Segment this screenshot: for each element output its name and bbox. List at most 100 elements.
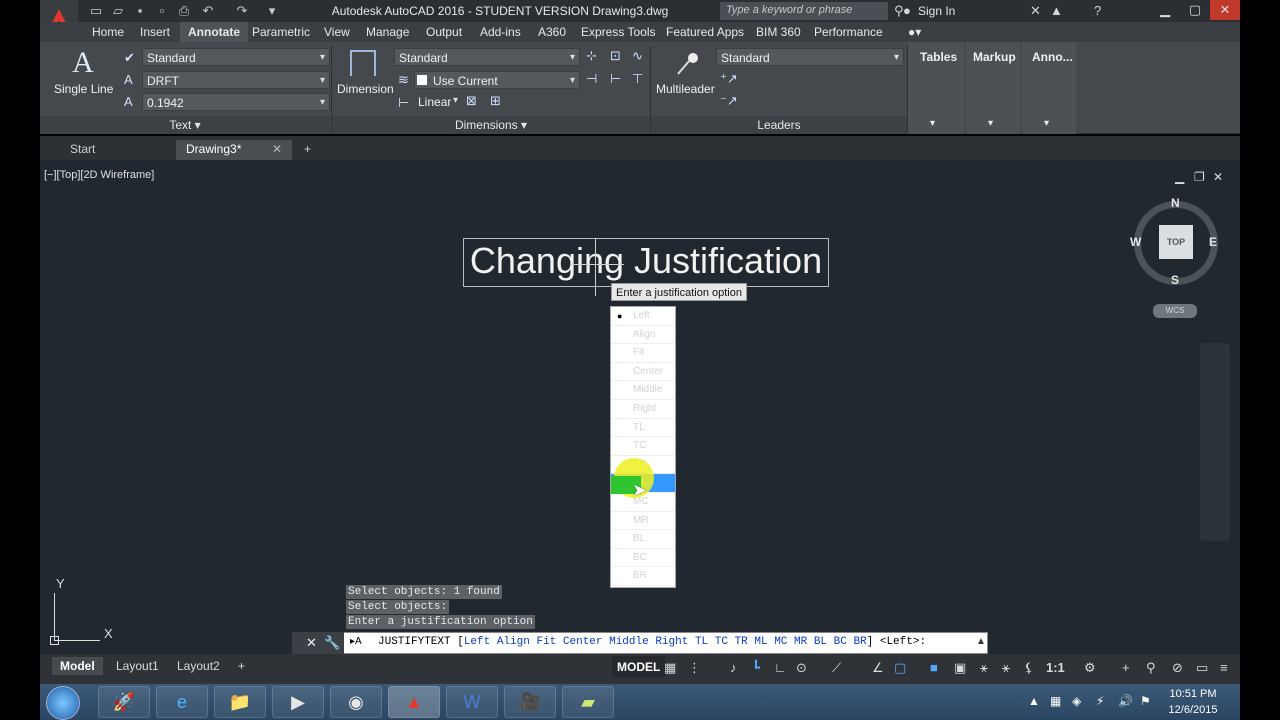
justify-option-bc[interactable]: BC [611,549,675,568]
cmd-option-bc[interactable]: BC [834,636,847,648]
compass-west[interactable]: W [1130,235,1141,249]
taskbar-clock-time[interactable]: 10:51 PM [1166,688,1220,700]
transparency-icon[interactable]: ▣ [954,660,966,676]
quick-dimension-icon[interactable]: ⊠ [466,93,477,109]
add-leader-icon[interactable]: ⁺↗ [720,71,738,87]
annotation-visibility-icon[interactable]: ⚹ [980,660,988,676]
compass-south[interactable]: S [1171,273,1179,287]
markup-panel[interactable]: Markup ▾ [966,42,1020,134]
viewport-restore-icon[interactable]: ❐ [1194,170,1205,184]
open-file-icon[interactable]: ▱ [110,3,126,19]
windows-start-button[interactable] [46,686,80,720]
dimension-button[interactable]: Dimension [337,82,394,96]
dimension-icon[interactable] [350,50,376,76]
dim-tool-icon-3[interactable]: ∿ [632,48,643,64]
dimension-style-combo[interactable]: Standard [394,48,580,67]
auto-scale-icon[interactable]: ⚹ [1002,660,1010,676]
justify-option-tl[interactable]: TL [611,419,675,438]
customize-qat-icon[interactable]: ▾ [264,3,280,19]
linear-dimension-button[interactable]: Linear [418,95,451,109]
exchange-icon[interactable]: ✕ [1030,3,1041,19]
tray-network-icon[interactable]: ▦ [1050,694,1061,708]
cmd-option-fit[interactable]: Fit [536,636,556,648]
command-line-grip[interactable]: ✕ 🔧 [292,632,344,654]
cmd-option-mr[interactable]: MR [794,636,807,648]
file-tab-drawing3[interactable]: Drawing3* ✕ [176,140,292,160]
cmd-option-align[interactable]: Align [497,636,530,648]
cmd-option-tc[interactable]: TC [715,636,728,648]
customization-menu-icon[interactable]: ≡ [1220,660,1228,675]
text-font-combo[interactable]: DRFT [142,71,330,90]
selected-text-object[interactable]: Changing Justification [463,238,829,287]
tray-volume-icon[interactable]: 🔊 [1118,694,1133,708]
cmd-option-right[interactable]: Right [655,636,688,648]
dim-tool-icon-6[interactable]: ⊤ [632,71,643,87]
customize-command-icon[interactable]: 🔧 [324,635,340,651]
taskbar-word-icon[interactable]: W [446,686,498,718]
dim-tool-icon-2[interactable]: ⊡ [610,48,621,64]
model-space-button[interactable]: MODEL [612,656,666,678]
tab-home[interactable]: Home [84,22,132,42]
save-as-icon[interactable]: ▫ [154,3,170,19]
multileader-icon[interactable] [674,52,700,78]
cmd-option-bl[interactable]: BL [814,636,827,648]
close-button[interactable]: ✕ [1210,0,1240,20]
sign-in-button[interactable]: Sign In [918,4,955,18]
save-icon[interactable]: ▪ [132,3,148,19]
help-icon[interactable]: ? [1094,3,1101,18]
text-panel-title[interactable]: Text ▾ [40,116,330,134]
isodraft-icon[interactable]: ⟋ [832,660,841,676]
layout-tab-model[interactable]: Model [52,657,103,675]
cmd-option-middle[interactable]: Middle [609,636,649,648]
plot-icon[interactable]: ⎙ [176,3,192,19]
recent-commands-icon[interactable]: ▲ [976,636,986,647]
justify-option-fit[interactable]: Fit [611,344,675,363]
cmd-option-ml[interactable]: ML [754,636,767,648]
leaders-panel-title[interactable]: Leaders [651,116,907,134]
cmd-option-center[interactable]: Center [563,636,603,648]
units-icon[interactable]: ⚲ [1146,660,1156,676]
taskbar-app-launcher-icon[interactable]: 🚀 [98,686,150,718]
snap-icon[interactable]: ⋮ [688,660,701,676]
single-line-text-icon[interactable]: A [68,46,98,80]
taskbar-file-explorer-icon[interactable]: 📁 [214,686,266,718]
tab-annotate[interactable]: Annotate [180,22,248,42]
cmd-option-left[interactable]: Left [464,636,490,648]
polar-tracking-icon[interactable]: ⊙ [796,660,807,676]
grid-icon[interactable]: ▦ [664,660,676,676]
tab-insert[interactable]: Insert [132,22,178,42]
justify-option-center[interactable]: Center [611,363,675,382]
tab-view[interactable]: View [316,22,358,42]
add-layout-icon[interactable]: + [230,657,253,675]
file-tab-start[interactable]: Start [60,140,170,160]
close-tab-icon[interactable]: ✕ [272,140,282,158]
tray-expand-icon[interactable]: ▲ [1028,694,1040,708]
cmd-option-tl[interactable]: TL [695,636,708,648]
continue-dimension-icon[interactable]: ⊞ [490,93,501,109]
justify-option-left[interactable]: ● Left [611,307,675,326]
ribbon-options-icon[interactable]: ●▾ [900,22,929,42]
annotation-scale-value[interactable]: 1:1 [1046,660,1065,675]
viewport-close-icon[interactable]: ✕ [1213,170,1223,184]
taskbar-autocad-icon[interactable]: ▲ [388,686,440,718]
dimension-layer-combo[interactable]: Use Current [414,71,580,90]
clean-screen-icon[interactable]: ▭ [1196,660,1208,676]
layout-tab-layout2[interactable]: Layout2 [169,657,228,675]
text-style-combo[interactable]: Standard [142,48,330,67]
viewcube-top-face[interactable]: TOP [1159,225,1193,259]
dimensions-panel-title[interactable]: Dimensions ▾ [332,116,650,134]
taskbar-clock-date[interactable]: 12/6/2015 [1166,704,1220,716]
layout-tab-layout1[interactable]: Layout1 [108,657,167,675]
infer-constraints-icon[interactable]: ♪ [730,660,737,675]
object-snap-icon[interactable]: ▢ [894,660,906,676]
tables-panel[interactable]: Tables ▾ [908,42,964,134]
lineweight-icon[interactable]: ■ [930,660,938,675]
taskbar-camera-icon[interactable]: 🎥 [504,686,556,718]
viewport-controls[interactable]: [−][Top][2D Wireframe] [44,169,154,181]
compass-north[interactable]: N [1171,196,1180,210]
cmd-option-tr[interactable]: TR [735,636,748,648]
wcs-menu-button[interactable]: WCS [1153,304,1197,318]
tab-add-ins[interactable]: Add-ins [472,22,529,42]
annotation-monitor-icon[interactable]: + [1122,660,1130,675]
tray-antivirus-icon[interactable]: ◈ [1072,694,1081,708]
